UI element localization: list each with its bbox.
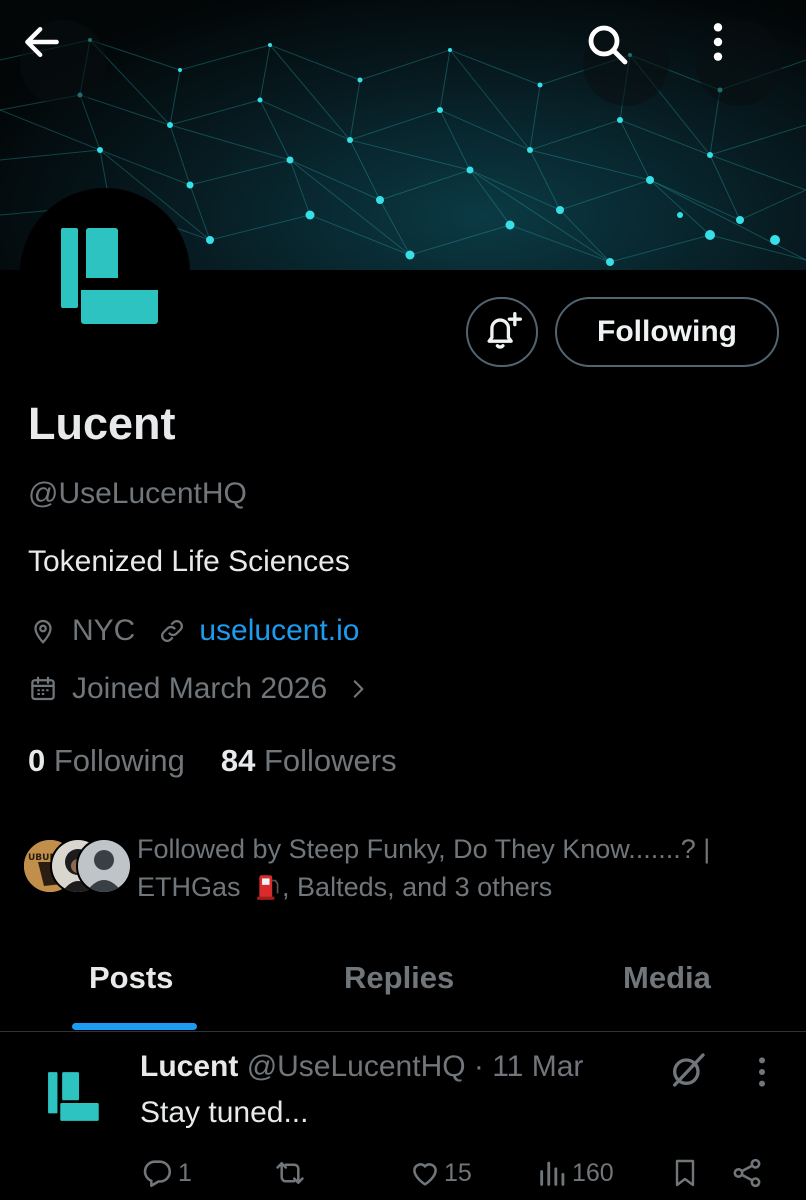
chevron-right-icon — [353, 680, 364, 698]
active-tab-indicator — [72, 1023, 197, 1030]
profile-meta-row: NYC uselucent.io — [28, 614, 359, 648]
like-count: 15 — [444, 1158, 472, 1187]
profile-screen: Following Lucent @UseLucentHQ Tokenized … — [0, 0, 806, 1200]
post-author-avatar[interactable] — [34, 1058, 110, 1134]
tab-replies[interactable]: Replies — [344, 960, 454, 996]
bell-plus-icon — [487, 312, 522, 349]
post-more-icon[interactable] — [747, 1052, 777, 1092]
following-count: 0 — [28, 743, 46, 778]
views-count: 160 — [572, 1158, 614, 1187]
followed-by-text[interactable]: Followed by Steep Funky, Do They Know...… — [137, 830, 777, 906]
search-button[interactable] — [583, 20, 669, 106]
reply-icon — [143, 1160, 172, 1188]
tab-posts[interactable]: Posts — [89, 960, 173, 996]
views-button[interactable]: 160 — [536, 1156, 614, 1190]
lucent-logo-small — [48, 1072, 99, 1121]
reply-count: 1 — [178, 1158, 192, 1187]
profile-tabs: Posts Replies Media — [0, 940, 806, 1032]
calendar-icon — [31, 676, 55, 701]
arrow-left-icon — [25, 26, 59, 58]
fuel-pump-icon — [257, 875, 279, 900]
bookmark-button[interactable] — [669, 1156, 701, 1190]
followers-count-link[interactable]: 84 Followers — [221, 743, 397, 779]
views-bar-chart-icon — [540, 1161, 565, 1186]
lucent-logo — [61, 228, 158, 324]
post-header: Lucent @UseLucentHQ · 11 Mar — [140, 1050, 583, 1084]
more-button[interactable] — [696, 20, 782, 106]
back-button[interactable] — [20, 20, 106, 106]
share-icon — [733, 1158, 761, 1188]
followed-by-rest: , Balteds, and 3 others — [282, 872, 553, 902]
profile-name: Lucent — [28, 398, 176, 449]
profile-website-link[interactable]: uselucent.io — [199, 614, 359, 648]
follower-avatar-3 — [76, 838, 132, 894]
reply-button[interactable]: 1 — [140, 1156, 192, 1190]
share-button[interactable] — [730, 1156, 764, 1190]
notifications-button[interactable] — [466, 297, 538, 367]
followers-label: Followers — [263, 743, 397, 778]
profile-joined-date: Joined March 2026 — [72, 672, 328, 705]
repost-icon — [276, 1162, 304, 1184]
like-button[interactable]: 15 — [408, 1156, 472, 1190]
followed-by-ethgas: ETHGas — [137, 872, 241, 902]
repost-button[interactable] — [272, 1156, 308, 1190]
profile-handle: @UseLucentHQ — [28, 477, 247, 510]
post-author-name[interactable]: Lucent — [140, 1050, 238, 1083]
grok-icon[interactable] — [668, 1050, 708, 1090]
link-icon — [161, 620, 184, 642]
following-button[interactable]: Following — [555, 297, 779, 367]
search-icon — [588, 25, 628, 65]
profile-bio: Tokenized Life Sciences — [28, 545, 350, 578]
heart-icon — [413, 1163, 437, 1186]
followers-count: 84 — [220, 743, 256, 778]
profile-location: NYC — [72, 614, 136, 647]
bookmark-icon — [675, 1159, 695, 1187]
following-count-link[interactable]: 0 Following — [28, 743, 185, 779]
post-handle-time: @UseLucentHQ · 11 Mar — [246, 1050, 584, 1083]
following-label: Following — [53, 743, 185, 778]
follow-counts: 0 Following 84 Followers — [28, 743, 397, 779]
tab-media[interactable]: Media — [623, 960, 711, 996]
profile-avatar[interactable] — [20, 188, 190, 358]
more-vertical-icon — [713, 23, 723, 61]
location-pin-icon — [34, 619, 52, 644]
profile-joined-row[interactable]: Joined March 2026 — [28, 672, 371, 706]
followed-by-line1: Followed by Steep Funky, Do They Know...… — [137, 834, 711, 864]
post-text: Stay tuned... — [140, 1096, 309, 1129]
followed-by-line2: ETHGas , Balteds, and 3 others — [137, 868, 777, 906]
